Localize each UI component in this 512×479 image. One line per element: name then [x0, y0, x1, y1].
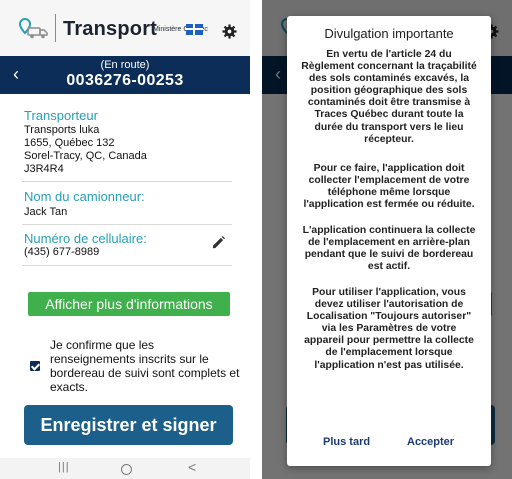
transporter-label: Transporteur: [24, 108, 98, 123]
logo-divider: [55, 14, 56, 42]
transporter-postal-code: J3R4R4: [24, 163, 64, 175]
truck-location-logo-icon: [18, 17, 48, 39]
app-bar: Transport Ministère Québec: [0, 0, 250, 57]
dialog-paragraph: En vertu de l'article 24 du Règlement co…: [301, 49, 477, 145]
save-and-sign-button[interactable]: Enregistrer et signer: [24, 405, 233, 445]
confirm-text: Je confirme que les renseignements inscr…: [50, 338, 240, 394]
route-number: 0036276-00253: [66, 72, 184, 89]
show-more-info-button[interactable]: Afficher plus d'informations: [28, 292, 230, 316]
nav-back-icon[interactable]: <: [188, 459, 196, 475]
pencil-edit-icon[interactable]: [212, 236, 225, 249]
dialog-paragraph: Pour ce faire, l'application doit collec…: [303, 163, 475, 211]
system-nav-bar: ||| <: [0, 458, 250, 479]
quebec-flag-icon: [186, 24, 203, 35]
phone-screen-dialog: ‹ Divulgation importante En vertu de l'a…: [262, 0, 512, 479]
phone-label: Numéro de cellulaire:: [24, 231, 147, 246]
divider: [22, 224, 232, 225]
transporter-city: Sorel-Tracy, QC, Canada: [24, 150, 147, 162]
later-button[interactable]: Plus tard: [323, 436, 370, 448]
dialog-paragraph: Pour utiliser l'application, vous devez …: [304, 287, 474, 371]
route-status: (En route): [100, 59, 150, 71]
route-header: ‹ (En route) 0036276-00253: [0, 56, 250, 94]
driver-label: Nom du camionneur:: [24, 189, 145, 204]
settings-gear-icon[interactable]: [222, 24, 237, 39]
dialog-paragraph: L'application continuera la collecte de …: [302, 225, 476, 273]
app-title: Transport: [63, 18, 158, 40]
phone-number: (435) 677-8989: [24, 246, 100, 258]
accept-button[interactable]: Accepter: [407, 436, 454, 448]
phone-screen-main: Transport Ministère Québec ‹ (En route) …: [0, 0, 250, 479]
driver-name: Jack Tan: [24, 206, 68, 218]
checkbox-checked-icon[interactable]: [30, 361, 40, 371]
recent-apps-icon[interactable]: |||: [58, 461, 70, 473]
transporter-address: 1655, Québec 132: [24, 137, 115, 149]
disclosure-dialog: Divulgation importante En vertu de l'art…: [287, 16, 491, 466]
divider: [22, 265, 232, 266]
dialog-title: Divulgation importante: [324, 26, 454, 41]
divider: [22, 181, 232, 182]
transporter-name: Transports luka: [24, 124, 100, 136]
home-icon[interactable]: [121, 464, 132, 475]
